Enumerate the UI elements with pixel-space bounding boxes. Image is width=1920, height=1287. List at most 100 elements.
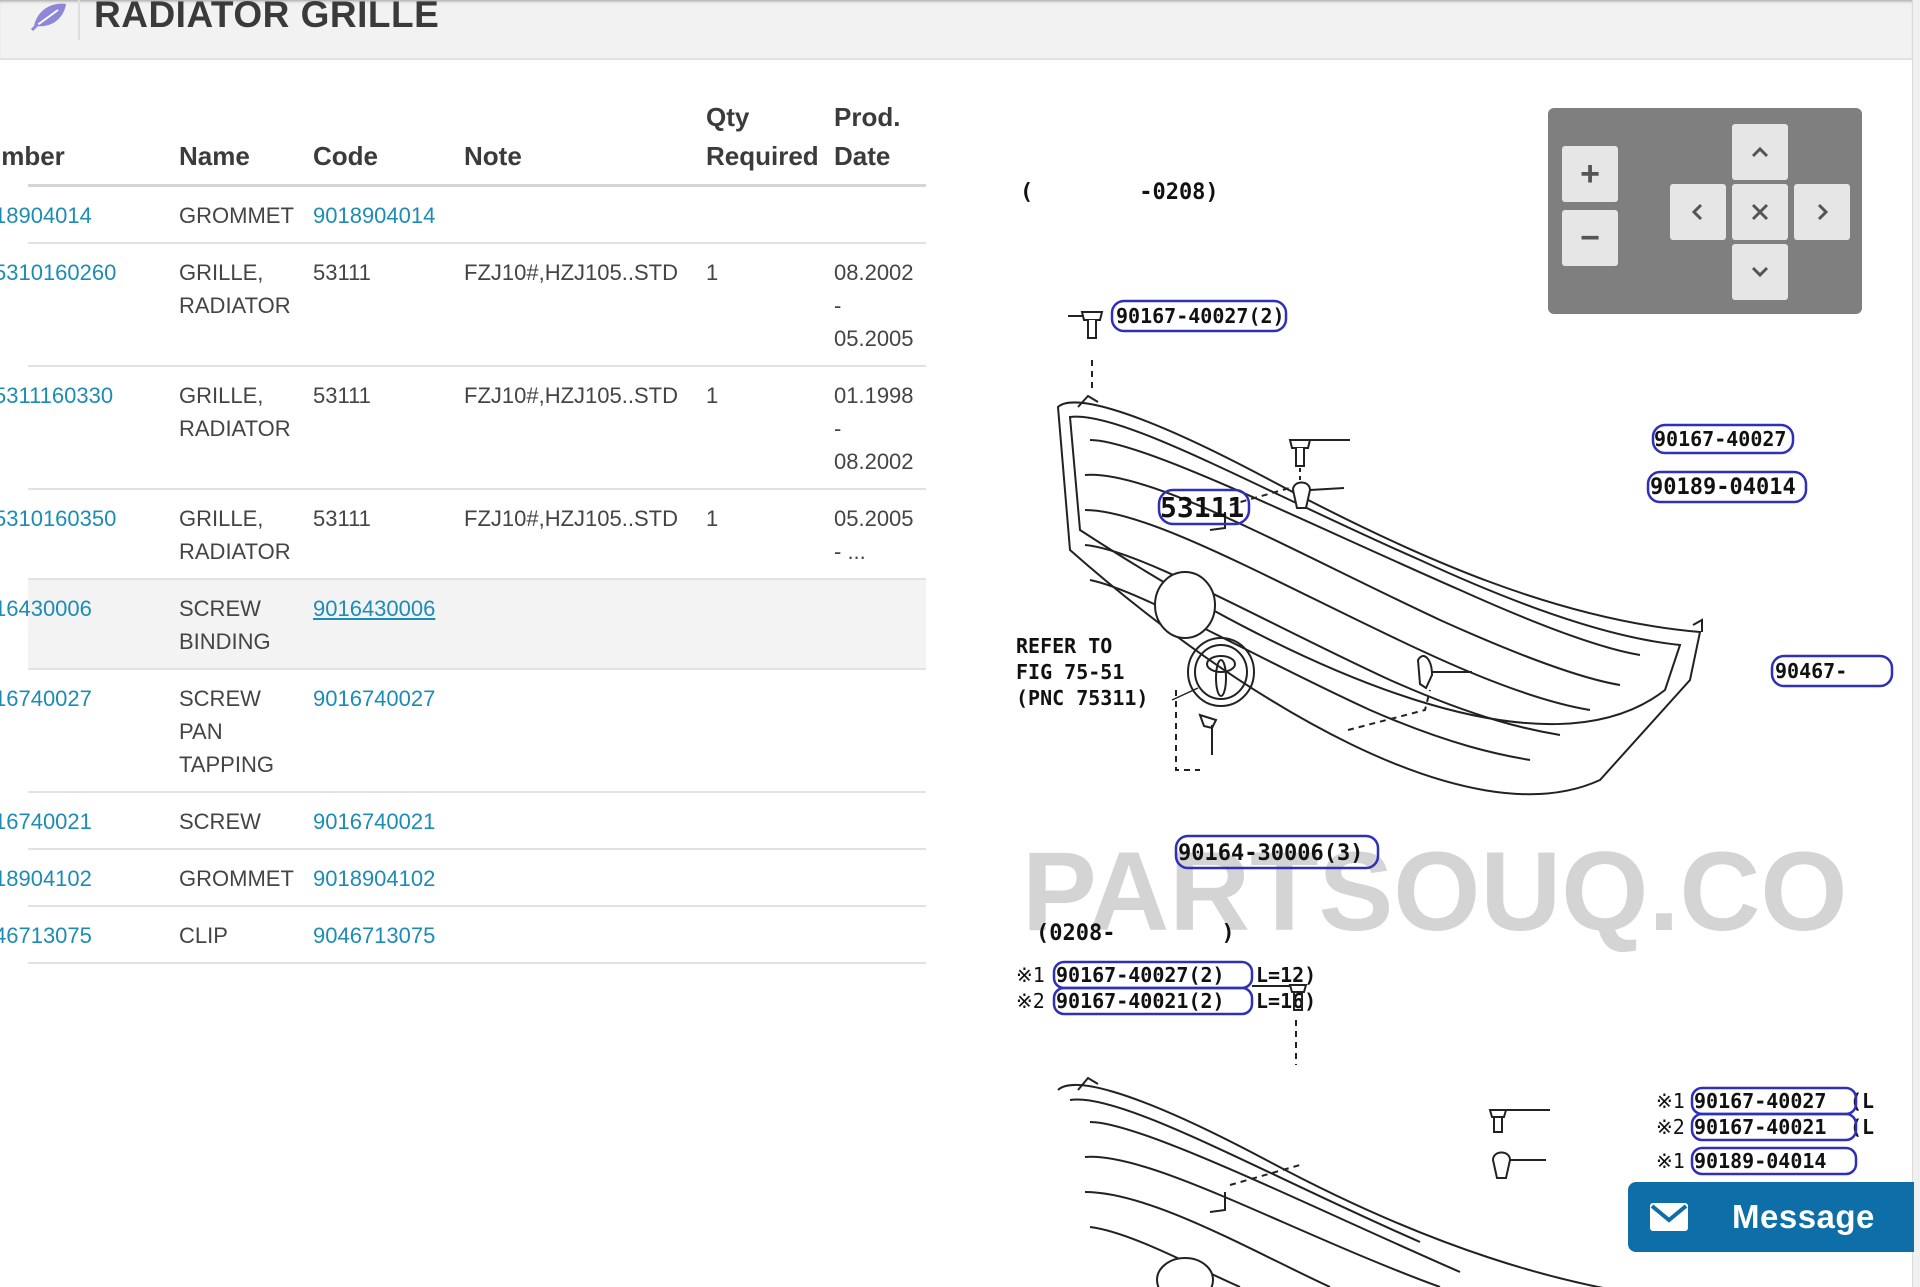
cell-note xyxy=(464,906,706,964)
cell-code: 9016740021 xyxy=(313,792,464,850)
table-row[interactable]: 16740027 SCREW PAN TAPPING 9016740027 xyxy=(0,669,926,793)
table-row[interactable]: 16740021 SCREW 9016740021 xyxy=(0,792,926,850)
close-icon xyxy=(1751,203,1769,221)
label-screw-b3[interactable]: 90167-40027 xyxy=(1694,1089,1826,1113)
part-number-link[interactable]: 16430006 xyxy=(0,592,179,625)
part-name-line: PAN xyxy=(179,719,223,744)
header-date[interactable]: Prod. Date xyxy=(834,98,926,187)
cell-number: 5310160350 xyxy=(0,489,179,580)
cell-note: FZJ10#,HZJ105..STD xyxy=(464,243,706,367)
cell-note xyxy=(464,849,706,907)
header-code[interactable]: Code xyxy=(313,98,464,187)
cell-code: 53111 xyxy=(313,243,464,367)
label-screw-top[interactable]: 90167-40027(2) xyxy=(1116,304,1285,328)
pan-left-button[interactable] xyxy=(1670,184,1726,240)
cell-number: 5310160260 xyxy=(0,243,179,367)
part-name-line: SCREW xyxy=(179,809,261,834)
label-screw-b4[interactable]: 90167-40021 xyxy=(1694,1115,1826,1139)
prod-date-line: 08.2002 xyxy=(834,449,914,474)
cell-code: 9016740027 xyxy=(313,669,464,793)
refer-note: REFER TO FIG 75-51 (PNC 75311) xyxy=(1016,634,1148,710)
chevron-up-icon xyxy=(1751,146,1769,158)
cell-qty xyxy=(706,185,834,244)
part-number-link[interactable]: 16740027 xyxy=(0,682,179,715)
part-code-link[interactable]: 9018904102 xyxy=(313,866,435,891)
table-row[interactable]: 18904014 GROMMET 9018904014 xyxy=(0,185,926,244)
label-grommet-right[interactable]: 90189-04014 xyxy=(1650,475,1796,500)
range-top-text: ( -0208) xyxy=(1020,180,1219,205)
header-note[interactable]: Note xyxy=(464,98,706,187)
cell-qty: 1 xyxy=(706,489,834,580)
cell-name: SCREW xyxy=(179,792,313,850)
svg-text:※2: ※2 xyxy=(1656,1115,1685,1139)
table-row[interactable]: 16430006 SCREW BINDING 9016430006 xyxy=(0,579,926,670)
cell-qty xyxy=(706,579,834,670)
part-code-link[interactable]: 9018904014 xyxy=(313,203,435,228)
part-name-line: GROMMET xyxy=(179,203,294,228)
part-name-line: SCREW xyxy=(179,596,261,621)
cell-number: 5311160330 xyxy=(0,366,179,490)
header-name[interactable]: Name xyxy=(179,98,313,187)
cell-number: 46713075 xyxy=(0,906,179,964)
cell-qty xyxy=(706,792,834,850)
svg-text:※1: ※1 xyxy=(1656,1089,1685,1113)
header-number[interactable]: ımber xyxy=(0,98,179,187)
label-screw-bottom[interactable]: 90164-30006(3) xyxy=(1178,841,1363,866)
part-name-line: RADIATOR xyxy=(179,293,291,318)
message-button[interactable]: Message xyxy=(1628,1182,1914,1252)
label-grille[interactable]: 53111 xyxy=(1160,491,1244,524)
prod-date-line: - xyxy=(834,293,842,318)
pan-up-button[interactable] xyxy=(1732,124,1788,180)
leaf-logo-icon xyxy=(30,3,66,32)
part-number-link[interactable]: 16740021 xyxy=(0,805,179,838)
part-code-link[interactable]: 9016740021 xyxy=(313,809,435,834)
part-code-link[interactable]: 9016430006 xyxy=(313,596,435,621)
cell-note: FZJ10#,HZJ105..STD xyxy=(464,366,706,490)
part-number-link[interactable]: 5310160350 xyxy=(0,502,179,535)
table-row[interactable]: 5310160260 GRILLE, RADIATOR 53111 FZJ10#,HZJ… xyxy=(0,243,926,367)
label-clip-right[interactable]: 90467- xyxy=(1775,659,1847,683)
svg-text:L=16): L=16) xyxy=(1256,989,1316,1013)
part-code-link[interactable]: 9016740027 xyxy=(313,686,435,711)
svg-text:(PNC 75311): (PNC 75311) xyxy=(1016,686,1148,710)
header-qty[interactable]: Qty Required xyxy=(706,98,834,187)
cell-code: 9016430006 xyxy=(313,579,464,670)
part-number-link[interactable]: 46713075 xyxy=(0,919,179,952)
svg-text:REFER TO: REFER TO xyxy=(1016,634,1112,658)
scrollbar-track[interactable] xyxy=(1912,0,1920,1287)
table-row[interactable]: 18904102 GROMMET 9018904102 xyxy=(0,849,926,907)
label-screw-b1[interactable]: 90167-40027(2) xyxy=(1056,963,1225,987)
part-code: 53111 xyxy=(313,260,371,285)
label-grommet-b[interactable]: 90189-04014 xyxy=(1694,1149,1826,1173)
cell-name: GRILLE, RADIATOR xyxy=(179,243,313,367)
part-number-link[interactable]: 5310160260 xyxy=(0,256,179,289)
zoom-out-button[interactable]: − xyxy=(1562,210,1618,266)
label-screw-right[interactable]: 90167-40027 xyxy=(1654,427,1786,451)
cell-qty xyxy=(706,849,834,907)
zoom-pan-control: + − xyxy=(1548,108,1862,314)
svg-text:※1: ※1 xyxy=(1016,963,1045,987)
part-name-line: SCREW xyxy=(179,686,261,711)
part-number-link[interactable]: 18904014 xyxy=(0,199,179,232)
cell-name: GROMMET xyxy=(179,185,313,244)
part-number-link[interactable]: 5311160330 xyxy=(0,379,179,412)
label-screw-b2[interactable]: 90167-40021(2) xyxy=(1056,989,1225,1013)
cell-number: 18904102 xyxy=(0,849,179,907)
prod-date-line: 01.1998 xyxy=(834,383,914,408)
pan-right-button[interactable] xyxy=(1794,184,1850,240)
part-name-line: TAPPING xyxy=(179,752,274,777)
pan-down-button[interactable] xyxy=(1732,244,1788,300)
cell-code: 53111 xyxy=(313,489,464,580)
cell-name: GRILLE, RADIATOR xyxy=(179,489,313,580)
part-code-link[interactable]: 9046713075 xyxy=(313,923,435,948)
cell-qty xyxy=(706,669,834,793)
part-number-link[interactable]: 18904102 xyxy=(0,862,179,895)
message-button-label: Message xyxy=(1732,1198,1875,1235)
table-row[interactable]: 46713075 CLIP 9046713075 xyxy=(0,906,926,964)
cell-qty xyxy=(706,906,834,964)
cell-name: GRILLE, RADIATOR xyxy=(179,366,313,490)
table-row[interactable]: 5311160330 GRILLE, RADIATOR 53111 FZJ10#,HZJ… xyxy=(0,366,926,490)
reset-view-button[interactable] xyxy=(1732,184,1788,240)
table-row[interactable]: 5310160350 GRILLE, RADIATOR 53111 FZJ10#,HZJ… xyxy=(0,489,926,580)
zoom-in-button[interactable]: + xyxy=(1562,146,1618,202)
